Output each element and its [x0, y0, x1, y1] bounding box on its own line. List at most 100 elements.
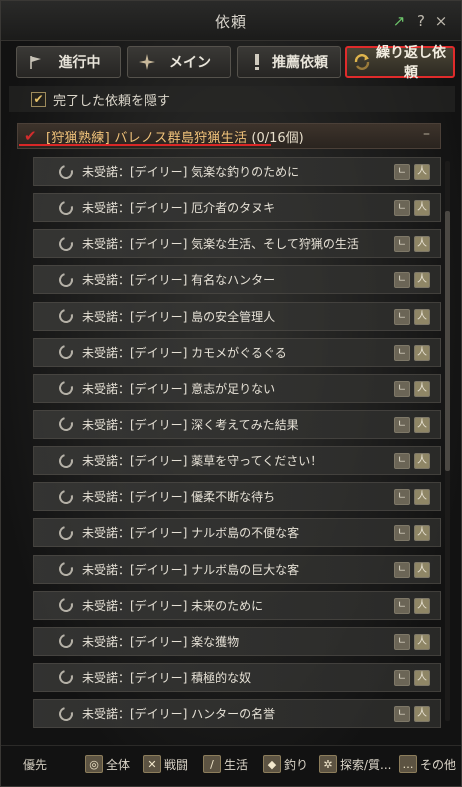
quest-title: 未受諾：[デイリー] 意志が足りない: [82, 381, 276, 396]
priority-label: 優先: [23, 758, 48, 772]
explore-icon: ✲: [319, 755, 337, 773]
quest-row[interactable]: 未受諾：[デイリー] 優柔不断な待ち ㄴ人: [33, 482, 441, 512]
repeat-arrow-icon: [351, 51, 373, 73]
more-icon: …: [399, 755, 417, 773]
quest-title: 未受諾：[デイリー] 深く考えてみた結果: [82, 417, 299, 432]
quest-row[interactable]: 未受諾：[デイリー] 有名なハンター ㄴ人: [33, 265, 441, 295]
tab-label: 進行中: [58, 55, 101, 71]
tab-label: メイン: [169, 55, 211, 71]
quest-badges: ㄴ人: [394, 597, 430, 614]
filter-label: 全体: [106, 757, 131, 772]
hunting-type-icon: ㄴ: [394, 597, 410, 614]
group-count: (0/16個): [251, 130, 304, 146]
pending-status-icon: [56, 559, 76, 579]
walk-type-icon: 人: [414, 453, 430, 470]
pending-status-icon: [56, 451, 76, 471]
hide-completed-label: 完了した依頼を隠す: [53, 93, 171, 109]
close-icon[interactable]: ×: [432, 12, 450, 30]
tab-label: 繰り返し依頼: [376, 45, 446, 81]
quest-row[interactable]: 未受諾：[デイリー] 気楽な釣りのために ㄴ人: [33, 157, 441, 186]
filter-fishing[interactable]: ◆ 釣り: [263, 754, 308, 774]
quest-row[interactable]: 未受諾：[デイリー] 島の安全管理人 ㄴ人: [33, 301, 441, 331]
collapse-icon[interactable]: –: [423, 126, 430, 142]
pending-status-icon: [56, 595, 76, 615]
help-icon[interactable]: ?: [412, 12, 430, 30]
quest-row[interactable]: 未受諾：[デイリー] 意志が足りない ㄴ人: [33, 373, 441, 403]
walk-type-icon: 人: [414, 706, 430, 723]
pending-status-icon: [56, 198, 76, 218]
filter-explore[interactable]: ✲ 探索/質...: [319, 754, 392, 774]
group-title: [狩猟熟練] バレノス群島狩猟生活: [46, 130, 248, 146]
quest-badges: ㄴ人: [394, 489, 430, 506]
quest-badges: ㄴ人: [394, 380, 430, 397]
hide-completed-row[interactable]: ✔ 完了した依頼を隠す: [9, 86, 455, 112]
walk-type-icon: 人: [414, 308, 430, 325]
quest-title: 未受諾：[デイリー] 未来のために: [82, 598, 264, 613]
hunting-type-icon: ㄴ: [394, 561, 410, 578]
hunting-type-icon: ㄴ: [394, 272, 410, 289]
quest-row[interactable]: 未受諾：[デイリー] 深く考えてみた結果 ㄴ人: [33, 409, 441, 439]
filter-other[interactable]: … その他: [399, 754, 456, 774]
hunting-type-icon: ㄴ: [394, 164, 410, 180]
quest-title: 未受諾：[デイリー] 気楽な生活、そして狩猟の生活: [82, 237, 359, 252]
tab-main[interactable]: メイン: [127, 46, 231, 78]
flag-icon: [25, 51, 47, 73]
quest-row[interactable]: 未受諾：[デイリー] 楽な獲物 ㄴ人: [33, 626, 441, 656]
quest-row[interactable]: 未受諾：[デイリー] 薬草を守ってください！ ㄴ人: [33, 446, 441, 476]
all-icon: ◎: [85, 755, 103, 773]
scrollbar-thumb[interactable]: [445, 211, 450, 471]
filter-label: 釣り: [284, 757, 309, 772]
scrollbar[interactable]: [445, 161, 450, 721]
filter-label: 探索/質...: [340, 757, 392, 772]
priority-filter-bar: 優先 ◎ 全体 ✕ 戦闘 / 生活 ◆ 釣り ✲ 探索/質... … その他: [1, 745, 461, 786]
external-window-icon[interactable]: ↗: [390, 12, 408, 30]
hunting-type-icon: ㄴ: [394, 416, 410, 433]
hide-completed-checkbox[interactable]: ✔: [31, 91, 46, 107]
walk-type-icon: 人: [414, 561, 430, 578]
quest-title: 未受諾：[デイリー] ナルボ島の不便な客: [82, 526, 300, 541]
walk-type-icon: 人: [414, 380, 430, 397]
quest-title: 未受諾：[デイリー] ナルボ島の巨大な客: [82, 562, 300, 577]
walk-type-icon: 人: [414, 344, 430, 361]
quest-row[interactable]: 未受諾：[デイリー] 積極的な奴 ㄴ人: [33, 662, 441, 692]
filter-life[interactable]: / 生活: [203, 754, 248, 774]
quest-title: 未受諾：[デイリー] 厄介者のタヌキ: [82, 201, 276, 216]
quest-row[interactable]: 未受諾：[デイリー] ナルボ島の巨大な客 ㄴ人: [33, 554, 441, 584]
pending-status-icon: [56, 704, 76, 724]
quest-row[interactable]: 未受諾：[デイリー] ハンターの名誉 ㄴ人: [33, 699, 441, 729]
title-bar[interactable]: 依頼 ↗ ? ×: [1, 1, 461, 41]
quest-title: 未受諾：[デイリー] 有名なハンター: [82, 273, 276, 288]
tab-recommended[interactable]: 推薦依頼: [237, 46, 341, 78]
quest-row[interactable]: 未受諾：[デイリー] 厄介者のタヌキ ㄴ人: [33, 193, 441, 223]
quest-badges: ㄴ人: [394, 236, 430, 253]
hunting-type-icon: ㄴ: [394, 669, 410, 686]
fish-icon: ◆: [263, 755, 281, 773]
filter-all[interactable]: ◎ 全体: [85, 754, 130, 774]
pending-status-icon: [56, 631, 76, 651]
quest-row[interactable]: 未受諾：[デイリー] ナルボ島の不便な客 ㄴ人: [33, 518, 441, 548]
walk-type-icon: 人: [414, 633, 430, 650]
quest-title: 未受諾：[デイリー] 気楽な釣りのために: [82, 165, 300, 179]
walk-type-icon: 人: [414, 525, 430, 542]
quest-row[interactable]: 未受諾：[デイリー] 気楽な生活、そして狩猟の生活 ㄴ人: [33, 229, 441, 259]
pending-status-icon: [56, 161, 76, 182]
life-icon: /: [203, 755, 221, 773]
filter-combat[interactable]: ✕ 戦闘: [143, 754, 188, 774]
quest-badges: ㄴ人: [394, 272, 430, 289]
tab-repeat[interactable]: 繰り返し依頼: [345, 45, 455, 81]
quest-row[interactable]: 未受諾：[デイリー] 未来のために ㄴ人: [33, 590, 441, 620]
quest-badges: ㄴ人: [394, 633, 430, 650]
quest-row[interactable]: 未受諾：[デイリー] カモメがぐるぐる ㄴ人: [33, 337, 441, 367]
pending-status-icon: [56, 414, 76, 435]
hunting-type-icon: ㄴ: [394, 453, 410, 470]
quest-title: 未受諾：[デイリー] 積極的な奴: [82, 670, 252, 685]
walk-type-icon: 人: [414, 200, 430, 217]
tab-in-progress[interactable]: 進行中: [16, 46, 121, 78]
walk-type-icon: 人: [414, 164, 430, 180]
quest-badges: ㄴ人: [394, 453, 430, 470]
crossed-swords-icon: ✕: [143, 755, 161, 773]
quest-badges: ㄴ人: [394, 344, 430, 361]
compass-star-icon: [136, 51, 158, 73]
quest-title: 未受諾：[デイリー] カモメがぐるぐる: [82, 345, 287, 360]
filter-label: 戦闘: [164, 757, 189, 772]
